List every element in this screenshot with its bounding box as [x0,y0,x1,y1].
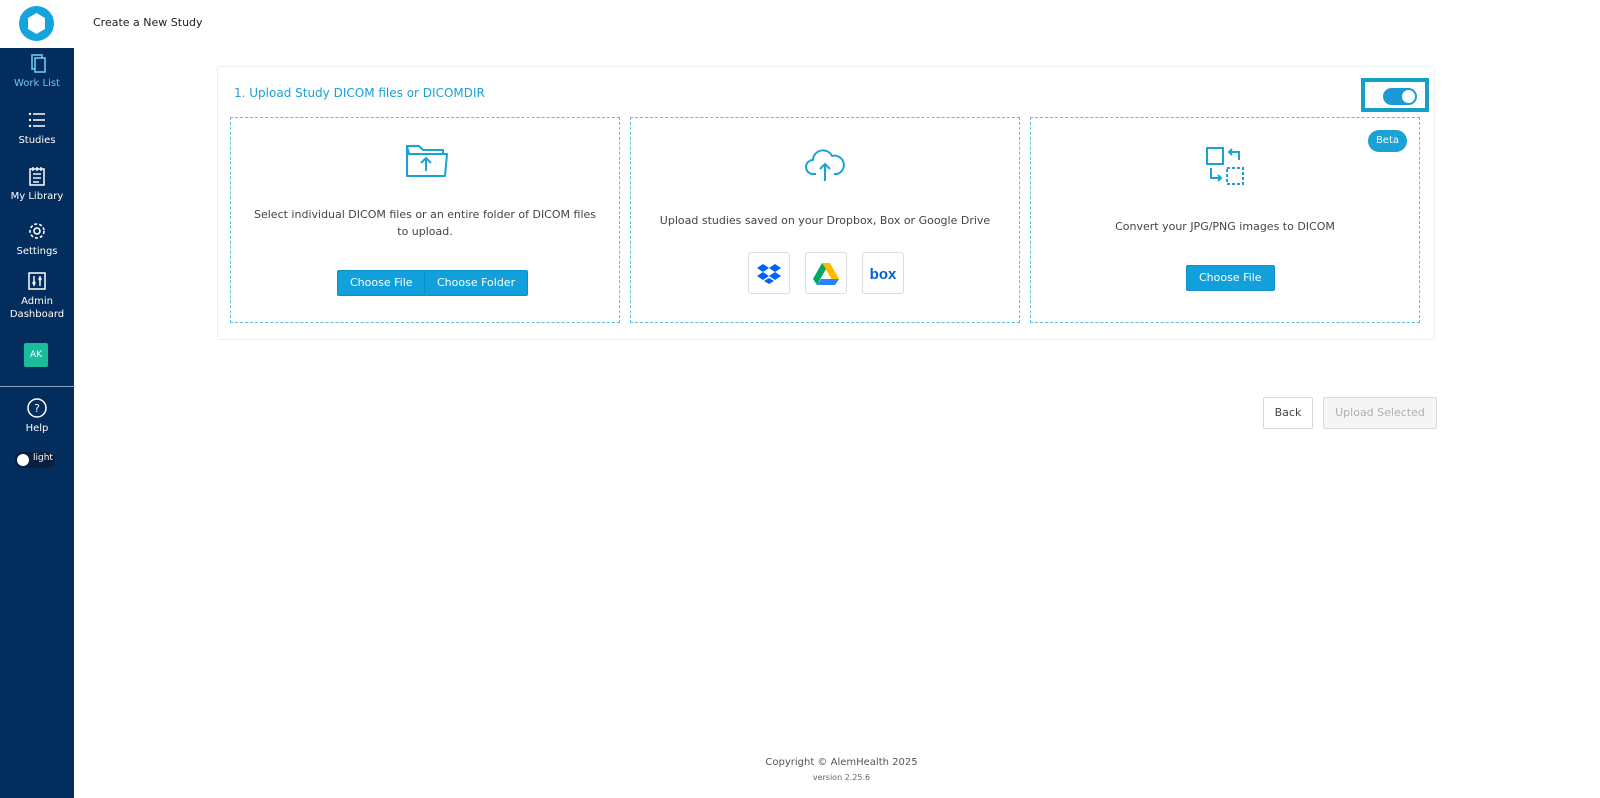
version-text: version 2.25.6 [812,773,871,782]
cloud-upload-panel: Upload studies saved on your Dropbox, Bo… [630,117,1020,323]
convert-panel: Beta Convert your JPG/PNG images to DICO… [1030,117,1420,323]
google-drive-button[interactable] [805,252,847,294]
convert-choose-file-button[interactable]: Choose File [1186,265,1275,291]
convert-description: Convert your JPG/PNG images to DICOM [1115,220,1335,233]
sidebar-item-worklist[interactable]: Work List [0,52,74,90]
gear-icon [29,223,45,239]
back-button[interactable]: Back [1263,397,1313,429]
sidebar: Work List Studies My Library Settings Ad… [0,0,74,798]
local-upload-description: Select individual DICOM files or an enti… [254,208,596,238]
sidebar-item-label: Studies [18,135,56,146]
theme-toggle-label: light [33,453,53,463]
convert-icon [1206,147,1244,185]
sidebar-item-label: Help [25,423,49,434]
sidebar-item-studies[interactable]: Studies [0,109,74,147]
library-icon [29,167,45,186]
upload-selected-button[interactable]: Upload Selected [1323,397,1437,429]
app-logo[interactable] [19,6,54,41]
choose-file-button[interactable]: Choose File [337,270,426,296]
sidebar-item-library[interactable]: My Library [0,165,74,203]
toggle-knob [1402,90,1415,103]
toggle-highlight-box [1361,78,1429,112]
sidebar-item-label: My Library [10,191,64,202]
cloud-upload-icon [805,149,845,181]
page-title: Create a New Study [93,16,203,29]
upload-mode-toggle[interactable] [1383,88,1417,105]
dropbox-button[interactable] [748,252,790,294]
logo-area [0,0,74,48]
google-drive-icon [813,263,839,285]
sidebar-item-admin-dashboard[interactable]: Admin Dashboard [0,270,74,321]
sidebar-item-label: Settings [16,246,58,257]
sidebar-item-settings[interactable]: Settings [0,220,74,258]
list-icon [28,112,45,128]
help-icon: ? [27,398,47,418]
theme-toggle[interactable]: light [15,452,55,468]
sliders-icon [28,272,46,290]
upload-card: 1. Upload Study DICOM files or DICOMDIR … [217,66,1435,340]
dropbox-icon [757,264,781,284]
box-button[interactable]: box [862,252,904,294]
cloud-upload-description: Upload studies saved on your Dropbox, Bo… [659,214,991,227]
sidebar-divider [0,386,74,387]
folder-upload-icon [406,145,448,177]
worklist-icon [31,54,46,73]
avatar[interactable]: AK [24,343,48,367]
section-title: 1. Upload Study DICOM files or DICOMDIR [234,86,485,100]
svg-text:?: ? [34,402,40,415]
svg-text:box: box [870,266,897,283]
box-icon: box [870,266,897,283]
copyright-text: Copyright © AlemHealth 2025 [765,757,918,768]
theme-toggle-knob [17,454,29,466]
choose-folder-button[interactable]: Choose Folder [424,270,529,296]
sidebar-item-help[interactable]: ? Help [0,397,74,435]
beta-badge: Beta [1367,130,1407,152]
sidebar-item-label: Admin Dashboard [9,296,65,320]
sidebar-item-label: Work List [14,78,60,89]
local-upload-panel: Select individual DICOM files or an enti… [230,117,620,323]
